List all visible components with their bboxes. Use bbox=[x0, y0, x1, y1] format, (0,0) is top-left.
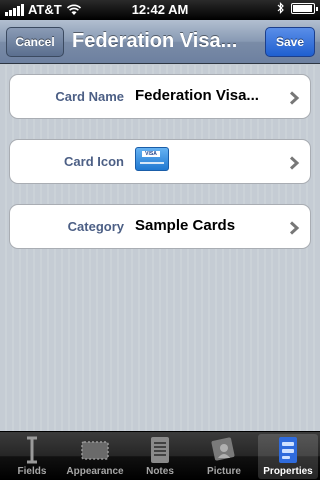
picture-icon bbox=[211, 437, 235, 461]
cancel-button[interactable]: Cancel bbox=[6, 27, 64, 57]
status-right bbox=[277, 2, 318, 14]
page-title: Federation Visa... bbox=[72, 30, 238, 52]
tab-appearance[interactable]: Appearance bbox=[65, 434, 125, 479]
card-name-value: Federation Visa... bbox=[135, 87, 259, 104]
chevron-right-icon bbox=[289, 156, 300, 170]
visa-card-icon: VISA bbox=[135, 147, 169, 171]
tab-label: Appearance bbox=[66, 466, 124, 477]
card-stripe bbox=[140, 162, 164, 164]
tab-label: Notes bbox=[146, 466, 174, 477]
chevron-right-icon bbox=[289, 91, 300, 105]
row-label: Card Icon bbox=[64, 154, 124, 169]
chevron-right-icon bbox=[289, 221, 300, 235]
bluetooth-icon bbox=[277, 2, 284, 14]
row-label: Card Name bbox=[55, 89, 124, 104]
text-cursor-icon bbox=[27, 436, 37, 464]
status-bar: AT&T 12:42 AM bbox=[0, 0, 320, 20]
tab-properties[interactable]: Properties bbox=[258, 434, 318, 479]
tab-label: Fields bbox=[17, 466, 47, 477]
navigation-bar: Cancel Federation Visa... Save bbox=[0, 20, 320, 64]
battery-level bbox=[293, 4, 312, 12]
visa-logo: VISA bbox=[142, 151, 160, 157]
card-name-row[interactable]: Card Name Federation Visa... bbox=[9, 74, 311, 119]
category-row[interactable]: Category Sample Cards bbox=[9, 204, 311, 249]
tab-fields[interactable]: Fields bbox=[2, 434, 62, 479]
status-time: 12:42 AM bbox=[131, 2, 189, 17]
properties-list: Card Name Federation Visa... Card Icon V… bbox=[0, 65, 320, 431]
tab-label: Properties bbox=[263, 466, 313, 477]
tab-picture[interactable]: Picture bbox=[194, 434, 254, 479]
tab-notes[interactable]: Notes bbox=[130, 434, 190, 479]
row-label: Category bbox=[67, 219, 124, 234]
tab-label: Picture bbox=[207, 466, 241, 477]
card-icon-row[interactable]: Card Icon VISA bbox=[9, 139, 311, 184]
category-value: Sample Cards bbox=[135, 217, 236, 234]
tab-bar: Fields Appearance Notes Picture Properti… bbox=[0, 431, 320, 480]
card-outline-icon bbox=[81, 441, 109, 460]
battery-icon bbox=[291, 2, 318, 14]
properties-icon bbox=[279, 437, 297, 463]
notes-icon bbox=[151, 437, 169, 463]
save-button[interactable]: Save bbox=[265, 27, 315, 57]
